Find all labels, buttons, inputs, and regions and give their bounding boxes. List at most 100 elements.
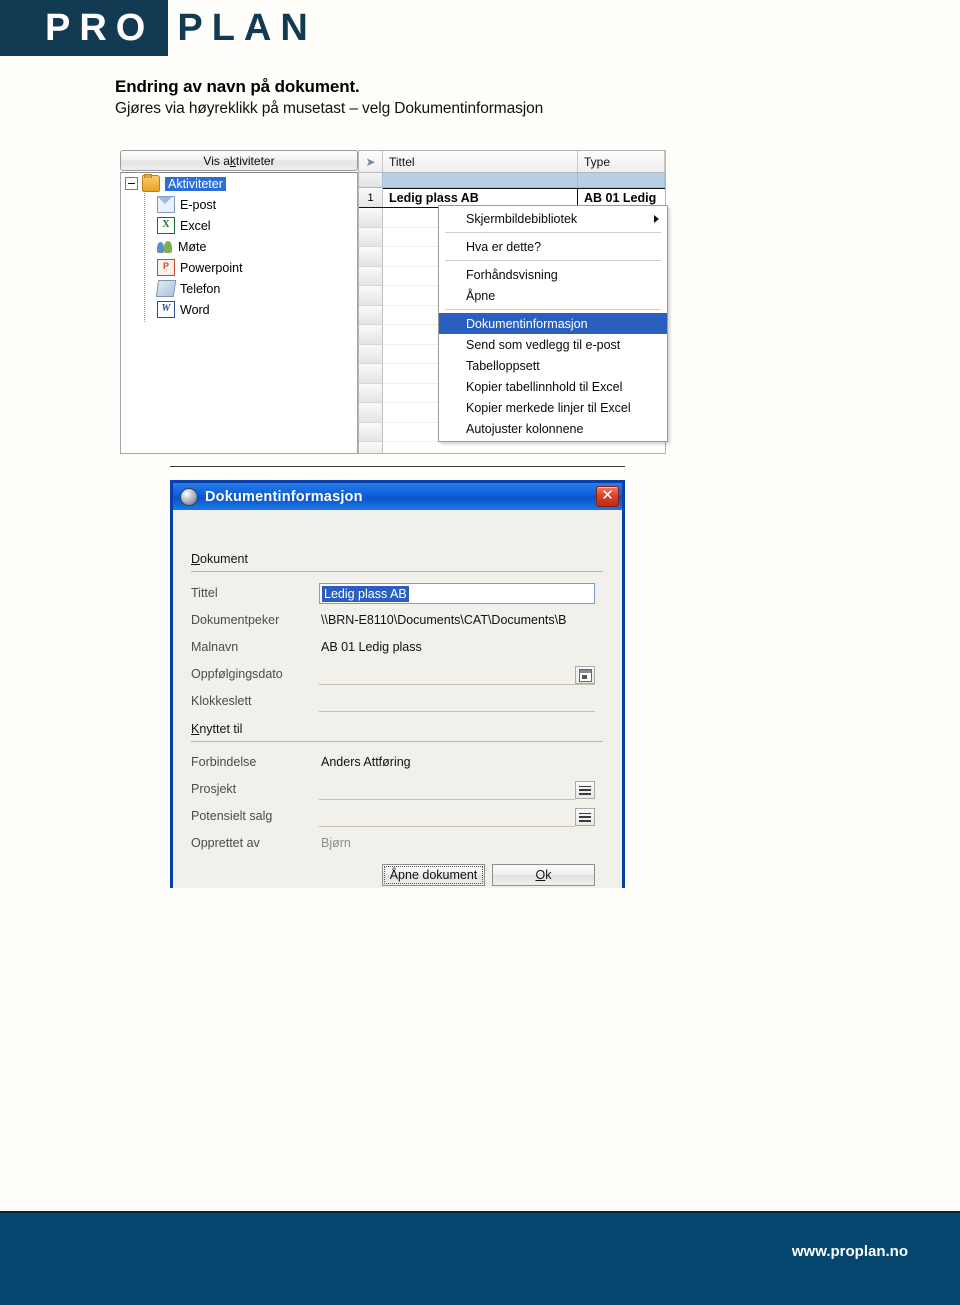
menu-item-send-som-vedlegg[interactable]: Send som vedlegg til e-post: [439, 334, 667, 355]
grid-header-indicator: ➤: [359, 151, 383, 172]
folder-icon: [142, 174, 160, 192]
row-number: [359, 403, 383, 423]
context-menu[interactable]: Skjermbildebibliotek Hva er dette? Forhå…: [438, 205, 668, 442]
menu-item-label: Hva er dette?: [466, 239, 542, 254]
menu-item-forhandsvisning[interactable]: Forhåndsvisning: [439, 264, 667, 285]
tree-node-label: E-post: [180, 197, 217, 212]
input-underline-oppfolgingsdato[interactable]: [319, 684, 595, 685]
menu-item-apne[interactable]: Åpne: [439, 285, 667, 306]
background-grid-lines: [170, 466, 625, 474]
input-underline-klokkeslett[interactable]: [319, 711, 595, 712]
row-number: [359, 266, 383, 286]
label-klokkeslett: Klokkeslett: [191, 694, 252, 708]
section-divider: [191, 741, 603, 742]
proplan-logo: PRO PLAN: [0, 0, 317, 56]
grid-filter-type[interactable]: [578, 173, 665, 187]
table-row[interactable]: [359, 442, 665, 453]
section-heading-dokument: Dokument: [191, 552, 248, 566]
menu-item-label: Kopier tabellinnhold til Excel: [466, 379, 623, 394]
menu-item-kopier-merkede-linjer[interactable]: Kopier merkede linjer til Excel: [439, 397, 667, 418]
vis-aktiviteter-button[interactable]: Vis aktiviteter: [120, 150, 358, 171]
close-icon[interactable]: ✕: [596, 486, 619, 507]
tittel-input[interactable]: Ledig plass AB: [319, 583, 595, 604]
tree-node-excel[interactable]: X Excel: [121, 215, 357, 236]
menu-item-label: Skjermbildebibliotek: [466, 211, 578, 226]
dialog-app-icon: [180, 487, 198, 506]
word-icon: W: [157, 301, 175, 318]
meeting-people-icon: [157, 239, 173, 254]
grid-filter-tittel[interactable]: [383, 173, 578, 187]
tree-node-telefon[interactable]: Telefon: [121, 278, 357, 299]
section-heading-knyttet-til: Knyttet til: [191, 722, 243, 736]
calendar-picker-button[interactable]: [575, 666, 595, 684]
tree-node-aktiviteter[interactable]: Aktiviteter: [121, 173, 357, 194]
input-underline-potensielt-salg[interactable]: [319, 826, 575, 827]
menu-item-kopier-tabellinnhold[interactable]: Kopier tabellinnhold til Excel: [439, 376, 667, 397]
row-number: [359, 442, 383, 453]
page-header: PRO PLAN: [0, 0, 960, 62]
tree-node-label: Powerpoint: [180, 260, 243, 275]
label-dokumentpeker: Dokumentpeker: [191, 613, 280, 627]
excel-icon: X: [157, 217, 175, 234]
menu-item-label: Kopier merkede linjer til Excel: [466, 400, 631, 415]
menu-separator: [445, 309, 661, 310]
tree-node-label: Aktiviteter: [165, 176, 226, 191]
page-footer: www.proplan.no: [0, 1211, 960, 1305]
tree-node-powerpoint[interactable]: P Powerpoint: [121, 257, 357, 278]
grid-header-type[interactable]: Type: [578, 151, 665, 172]
row-number: [359, 344, 383, 364]
row-number: [359, 325, 383, 345]
tree-node-e-post[interactable]: E-post: [121, 194, 357, 215]
menu-item-skjermbildebibliotek[interactable]: Skjermbildebibliotek: [439, 208, 667, 229]
tree-node-word[interactable]: W Word: [121, 299, 357, 320]
row-number: 1: [359, 188, 383, 207]
dialog-title: Dokumentinformasjon: [205, 488, 363, 505]
grid-filter-row[interactable]: [359, 173, 665, 188]
activities-tree[interactable]: Aktiviteter E-post X Excel Møte P Powerp…: [120, 172, 358, 454]
chevron-right-icon: [654, 214, 659, 223]
collapse-icon[interactable]: [125, 177, 138, 190]
row-number: [359, 305, 383, 325]
row-number: [359, 364, 383, 384]
dialog-title-bar[interactable]: Dokumentinformasjon ✕: [173, 483, 622, 510]
grid-header-tittel[interactable]: Tittel: [383, 151, 578, 172]
value-dokumentpeker: \\BRN-E8110\Documents\CAT\Documents\B: [321, 613, 567, 627]
label-forbindelse: Forbindelse: [191, 755, 257, 769]
menu-item-label: Autojuster kolonnene: [466, 421, 584, 436]
menu-item-autojuster-kolonnene[interactable]: Autojuster kolonnene: [439, 418, 667, 439]
value-forbindelse: Anders Attføring: [321, 755, 411, 769]
menu-item-label: Åpne: [466, 288, 496, 303]
label-prosjekt: Prosjekt: [191, 782, 237, 796]
apne-dokument-button[interactable]: Åpne dokument: [382, 864, 485, 886]
footer-website-url[interactable]: www.proplan.no: [792, 1243, 908, 1260]
menu-item-label: Forhåndsvisning: [466, 267, 558, 282]
tree-node-mote[interactable]: Møte: [121, 236, 357, 257]
menu-item-dokumentinformasjon[interactable]: Dokumentinformasjon: [439, 313, 667, 334]
potensielt-salg-lookup-button[interactable]: [575, 808, 595, 826]
menu-item-label: Send som vedlegg til e-post: [466, 337, 621, 352]
calendar-icon: [578, 668, 592, 682]
row-body[interactable]: [383, 442, 665, 453]
label-oppfolgingsdato: Oppfølgingsdato: [191, 667, 283, 681]
vis-aktiviteter-label: Vis aktiviteter: [203, 153, 275, 168]
menu-item-label: Dokumentinformasjon: [466, 316, 588, 331]
label-tittel: Tittel: [191, 586, 218, 600]
tree-node-label: Excel: [180, 218, 211, 233]
ok-label: Ok: [535, 868, 552, 882]
row-number: [359, 247, 383, 267]
prosjekt-lookup-button[interactable]: [575, 781, 595, 799]
ok-button[interactable]: Ok: [492, 864, 595, 886]
menu-separator: [445, 232, 661, 233]
section-divider: [191, 571, 603, 572]
tree-node-label: Word: [180, 302, 210, 317]
input-underline-prosjekt[interactable]: [319, 799, 575, 800]
page-subtitle: Gjøres via høyreklikk på musetast – velg…: [115, 100, 544, 117]
menu-item-hva-er-dette[interactable]: Hva er dette?: [439, 236, 667, 257]
grid-header-row: ➤ Tittel Type: [359, 151, 665, 173]
value-opprettet-av: Bjørn: [321, 836, 351, 850]
logo-text-plan: PLAN: [177, 7, 317, 49]
mail-icon: [157, 196, 175, 213]
value-malnavn: AB 01 Ledig plass: [321, 640, 422, 654]
row-number: [359, 286, 383, 306]
menu-item-tabelloppsett[interactable]: Tabelloppsett: [439, 355, 667, 376]
